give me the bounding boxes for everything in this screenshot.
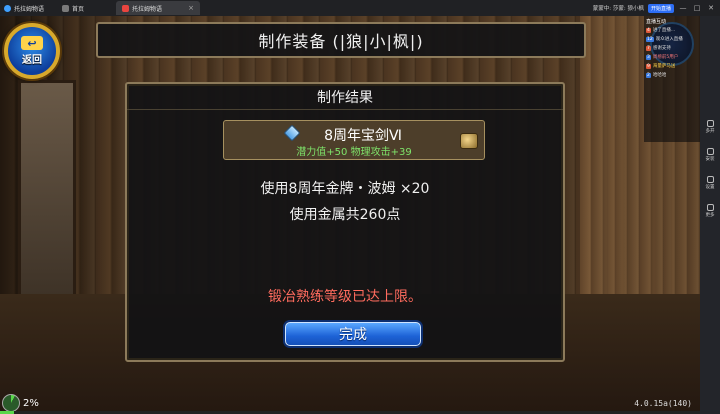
close-tab-icon[interactable]: × xyxy=(188,4,194,12)
game-icon xyxy=(122,4,129,12)
chat-message: 3 周榜前5用户 xyxy=(646,54,698,60)
page-title: 制作装备 (|狼|小|枫|) xyxy=(258,32,424,51)
result-dialog: 制作结果 8周年宝剑Ⅵ 潜力值+50 物理攻击+39 使用8周年金牌・波姆 ×2… xyxy=(125,82,565,362)
chat-message-text: 感谢支持 xyxy=(652,46,671,51)
tool-icon xyxy=(706,148,714,155)
status-indicator: 2% xyxy=(2,394,39,412)
sidebar-tool-label: 设置 xyxy=(705,185,715,190)
title-bar: 制作装备 (|狼|小|枫|) xyxy=(96,22,586,58)
live-chat-panel: 直播互动 4 进了直播... 12 观众进入直播 7 感谢支持 3 周榜前5用户 9 海量萨马送 2… xyxy=(644,16,700,142)
start-live-button[interactable]: 开始直播 xyxy=(647,3,674,13)
chat-message-text: 进了直播... xyxy=(652,28,676,33)
version-label: 4.0.15a(140) xyxy=(634,399,692,408)
sidebar-tool[interactable]: 设置 xyxy=(703,176,717,198)
treasure-chest-icon[interactable] xyxy=(460,133,478,149)
progress-percent: 2% xyxy=(23,397,39,409)
tab-home[interactable]: 首页 xyxy=(56,1,114,15)
tab-game-label: 托拉姆物语 xyxy=(132,5,163,13)
app-tab-label: 托拉姆物语 xyxy=(14,5,45,13)
chat-message-text: 海量萨马送 xyxy=(652,64,676,69)
tool-icon xyxy=(706,204,714,211)
tab-game[interactable]: 托拉姆物语 × xyxy=(116,1,200,15)
tab-home-label: 首页 xyxy=(72,5,85,13)
dialog-title: 制作结果 xyxy=(317,89,373,106)
sidebar-tool[interactable]: 安装 xyxy=(703,148,717,170)
chat-header: 直播互动 xyxy=(646,19,667,25)
chat-message: 4 进了直播... xyxy=(646,27,698,33)
dialog-header: 制作结果 xyxy=(127,84,563,110)
chat-message-text: 观众进入直播 xyxy=(655,37,683,42)
back-button-label: 返回 xyxy=(22,55,42,66)
warning-message: 锻冶熟练等级已达上限。 xyxy=(268,289,422,305)
door-background xyxy=(18,80,76,318)
metal-line: 使用金属共260点 xyxy=(289,207,401,223)
user-level-badge: 3 xyxy=(646,54,651,60)
item-stats: 潜力值+50 物理攻击+39 xyxy=(296,147,412,158)
sidebar-tool[interactable]: 更多 xyxy=(703,204,717,226)
chat-message: 2 哈哈哈 xyxy=(646,72,698,78)
back-button[interactable]: ↩ 返回 xyxy=(4,23,60,79)
user-level-badge: 7 xyxy=(646,45,651,51)
sidebar-tool-label: 多开 xyxy=(705,129,715,134)
user-level-badge: 2 xyxy=(646,72,651,78)
user-level-badge: 9 xyxy=(646,63,651,69)
home-icon xyxy=(62,4,69,12)
topbar-right: 蒙蒙中: 莎蒙: 狼小枫 开始直播 — □ ✕ xyxy=(593,0,720,16)
minimize-button[interactable]: — xyxy=(678,4,688,12)
browser-topbar: 托拉姆物语 首页 托拉姆物语 × 蒙蒙中: 莎蒙: 狼小枫 开始直播 — □ ✕ xyxy=(0,0,720,16)
progress-ring-icon xyxy=(2,394,20,412)
sidebar-tool[interactable]: 多开 xyxy=(703,120,717,142)
tool-icon xyxy=(706,120,714,127)
chat-message: 7 感谢支持 xyxy=(646,45,698,51)
app-tab[interactable]: 托拉姆物语 xyxy=(0,0,54,16)
game-viewport[interactable]: ↩ 返回 制作装备 (|狼|小|枫|) 制作结果 8周年宝剑Ⅵ 潜力值+50 物… xyxy=(0,16,700,414)
chat-message-text: 哈哈哈 xyxy=(652,73,667,78)
right-sidebar: 多开 安装 设置 更多 xyxy=(700,16,720,414)
done-button[interactable]: 完成 xyxy=(285,322,421,346)
return-arrow-icon: ↩ xyxy=(21,36,43,50)
done-button-label: 完成 xyxy=(339,327,367,343)
chat-message: 9 海量萨马送 xyxy=(646,63,698,69)
chat-message: 12 观众进入直播 xyxy=(646,36,698,42)
user-level-badge: 12 xyxy=(646,36,654,42)
item-card[interactable]: 8周年宝剑Ⅵ 潜力值+50 物理攻击+39 xyxy=(223,120,485,160)
material-line: 使用8周年金牌・波姆 ×20 xyxy=(260,181,430,197)
chat-message-text: 周榜前5用户 xyxy=(652,55,679,60)
maximize-button[interactable]: □ xyxy=(692,4,702,12)
live-status: 蒙蒙中: 莎蒙: 狼小枫 xyxy=(592,6,644,12)
close-window-button[interactable]: ✕ xyxy=(706,4,716,12)
item-name: 8周年宝剑Ⅵ xyxy=(324,128,402,144)
sidebar-tool-label: 安装 xyxy=(705,157,715,162)
sidebar-tool-label: 更多 xyxy=(705,213,715,218)
app-logo-icon xyxy=(4,4,11,12)
tool-icon xyxy=(706,176,714,183)
user-level-badge: 4 xyxy=(646,27,651,33)
